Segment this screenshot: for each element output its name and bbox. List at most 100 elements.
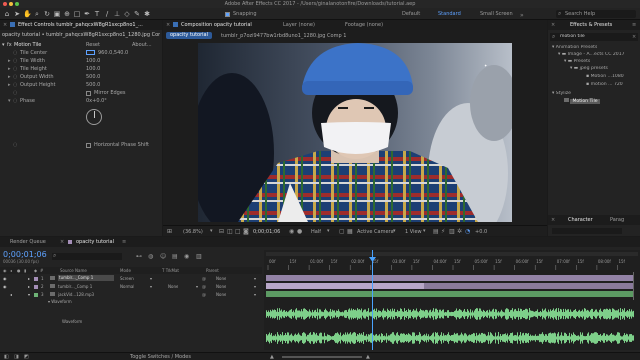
stopwatch-icon[interactable]: ◌ <box>13 98 17 104</box>
stopwatch-icon[interactable]: ◌ <box>13 50 17 56</box>
rectangle-tool-icon[interactable]: □ <box>73 10 81 18</box>
zoom-out-icon[interactable]: ▲ <box>270 354 274 360</box>
expand-transfer-controls-icon[interactable]: ◨ <box>14 354 19 360</box>
layer-parent[interactable]: None <box>216 292 226 297</box>
layer-bar-2[interactable] <box>424 283 634 289</box>
tab-footage[interactable]: Footage (none) <box>345 22 383 28</box>
menu-icon[interactable]: ≡ <box>632 22 636 28</box>
layer-name[interactable]: tumblr..._Comp 1 <box>58 284 114 289</box>
eye-icon[interactable]: ◉ <box>3 284 7 289</box>
time-ruler[interactable]: 00f 15f 01:00f 15f 02:00f 15f 03:00f 15f 04:00f 1… <box>264 256 640 270</box>
col-source-name[interactable]: Source Name <box>60 268 87 273</box>
stopwatch-icon[interactable]: ◌ <box>13 82 17 88</box>
lock-icon[interactable] <box>173 22 178 27</box>
tree-item-image[interactable]: ▾ ▬ Image - A...ects CC 2017 <box>558 52 625 57</box>
layer-trkmat[interactable]: None <box>168 284 178 289</box>
tab-timeline-comp[interactable]: opacity tutorial <box>76 239 114 245</box>
zoom-level[interactable]: (36.8%) <box>183 229 203 235</box>
exposure-icon[interactable]: ◔ <box>465 228 470 235</box>
stopwatch-icon[interactable]: ◌ <box>13 66 17 72</box>
track-area[interactable]: 00f 15f 01:00f 15f 02:00f 15f 03:00f 15f 04:00f 1… <box>264 250 640 350</box>
eye-icon[interactable]: ◉ <box>3 276 7 281</box>
mask-icon[interactable]: ◫ <box>227 228 233 235</box>
layer-row[interactable]: ◉ ▸ 1 tumblr..._Comp 1 Screen ▾ @ None ▾ <box>0 275 262 282</box>
breadcrumb-active[interactable]: opacity tutorial <box>166 32 212 39</box>
toggle-pixel-aspect-icon[interactable]: ▤ <box>433 228 439 235</box>
tab-effects-presets[interactable]: Effects & Presets <box>570 22 612 28</box>
expand-layer-switches-icon[interactable]: ◧ <box>4 354 9 360</box>
col-parent[interactable]: Parent <box>206 268 219 273</box>
breadcrumb-item[interactable]: tumblr_p7ozi9477bw1rbd8uno1_1280.jpg Com… <box>221 33 346 39</box>
expand-arrow-icon[interactable]: ▾ <box>28 292 30 297</box>
zoom-tool-icon[interactable]: ⌕ <box>33 10 41 18</box>
crosshair-icon[interactable] <box>86 50 95 55</box>
expand-arrow-icon[interactable]: ▾ <box>8 98 11 104</box>
layer-parent[interactable]: None <box>216 284 226 289</box>
magnifier-icon[interactable]: ⊞ <box>167 228 172 235</box>
effects-search-input[interactable]: ⌕ motion tile × <box>550 33 638 41</box>
layer-row[interactable]: ◉ ▸ 2 tumblr..._Comp 1 Normal ▾ None ▾ @… <box>0 283 262 290</box>
tree-item-stylize[interactable]: ▾ Stylize <box>552 91 571 96</box>
workspace-overflow-icon[interactable]: » <box>520 12 524 19</box>
frame-blending-icon[interactable]: ▤ <box>172 253 178 260</box>
expand-arrow-icon[interactable]: ▸ <box>8 66 11 72</box>
resolution-select[interactable]: Half <box>311 229 321 235</box>
views-select[interactable]: 1 View <box>405 229 422 235</box>
horizontal-phase-shift-checkbox[interactable] <box>86 143 91 148</box>
home-icon[interactable]: ⌂ <box>3 10 11 18</box>
roto-tool-icon[interactable]: ✎ <box>133 10 141 18</box>
prop-value[interactable]: 500.0 <box>86 82 100 88</box>
toggle-switches-modes-button[interactable]: Toggle Switches / Modes <box>130 354 191 360</box>
waveform-property[interactable]: ▾ Waveform <box>48 299 72 304</box>
phase-value[interactable]: 0x+0.0° <box>86 98 107 104</box>
close-tab-icon[interactable]: × <box>166 22 170 28</box>
playhead[interactable] <box>372 250 373 350</box>
workspace-default[interactable]: Default <box>402 11 420 17</box>
audio-icon[interactable]: ◂ <box>10 292 12 297</box>
lock-icon[interactable] <box>10 22 15 27</box>
draft-3d-icon[interactable]: ◍ <box>148 253 153 260</box>
transparency-grid-icon[interactable]: ▦ <box>347 228 353 235</box>
tree-item-presets[interactable]: ▾ ▬ Presets <box>564 59 590 64</box>
eraser-tool-icon[interactable]: ◇ <box>123 10 131 18</box>
expand-arrow-icon[interactable]: ▾ <box>2 42 5 48</box>
tree-item-jpeg-presets[interactable]: ▾ ▬ jpeg presets <box>570 66 608 71</box>
layer-row[interactable]: ◂ ▾ 3 jackVid...128.mp3 @ None ▾ <box>0 291 262 298</box>
menu-icon[interactable]: ≡ <box>122 239 126 245</box>
layer-name[interactable]: jackVid...128.mp3 <box>58 292 114 297</box>
camera-icon[interactable]: ◙ <box>243 228 249 235</box>
pickwhip-icon[interactable]: @ <box>202 284 206 289</box>
timeline-timecode[interactable]: 0;00;01;06 <box>3 250 47 259</box>
tab-paragraph[interactable]: Parag <box>610 217 624 223</box>
camera-tool-icon[interactable]: ▣ <box>53 10 61 18</box>
expand-arrow-icon[interactable]: ▸ <box>8 74 11 80</box>
timeline-search-input[interactable]: ⌕ <box>52 252 122 260</box>
motion-blur-icon[interactable]: ◉ <box>184 253 189 260</box>
prop-value[interactable]: 100.0 <box>86 58 100 64</box>
tree-item-motion-720[interactable]: ▪ motion ... 720 <box>586 82 623 87</box>
expand-arrow-icon[interactable]: ▸ <box>8 58 11 64</box>
comp-mini-flowchart-icon[interactable]: ⊷ <box>136 253 142 260</box>
tab-layer[interactable]: Layer (none) <box>283 22 315 28</box>
layer-bar-3[interactable] <box>266 291 634 297</box>
close-tab-icon[interactable]: × <box>551 217 555 223</box>
close-tab-icon[interactable]: × <box>551 22 555 28</box>
about-button[interactable]: About... <box>132 42 152 48</box>
timeline-icon[interactable]: ▥ <box>449 228 455 235</box>
region-icon[interactable]: □ <box>235 228 241 235</box>
label-color-swatch[interactable] <box>34 293 38 297</box>
puppet-tool-icon[interactable]: ✱ <box>143 10 151 18</box>
zoom-in-icon[interactable]: ▲ <box>366 354 370 360</box>
tab-effect-controls[interactable]: Effect Controls tumblr_pahqcxW8gR1sxcp8n… <box>18 22 158 28</box>
label-color-swatch[interactable] <box>34 285 38 289</box>
pickwhip-icon[interactable]: @ <box>202 276 206 281</box>
col-mode[interactable]: Mode <box>120 268 131 273</box>
fast-preview-icon[interactable]: ⚡ <box>441 228 445 235</box>
shy-icon[interactable]: ☺ <box>160 253 166 260</box>
tree-item-motion-tile[interactable]: Motion Tile <box>564 98 600 104</box>
tab-composition[interactable]: Composition opacity tutorial <box>181 22 252 28</box>
tab-character[interactable]: Character <box>568 217 593 223</box>
clone-tool-icon[interactable]: ⊥ <box>113 10 121 18</box>
mirror-edges-checkbox[interactable] <box>86 91 91 96</box>
clear-search-icon[interactable]: × <box>632 34 636 40</box>
